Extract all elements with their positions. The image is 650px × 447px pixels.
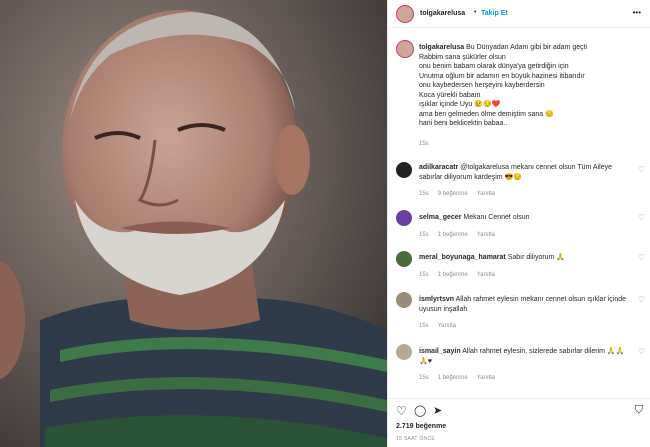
comment-likes[interactable]: 9 beğenme: [438, 191, 468, 197]
comment-meta: 15s 9 beğenme Yanıtla: [419, 191, 629, 197]
caption-line: Unutma oğlum bir adamın en büyük hazines…: [419, 72, 585, 80]
like-comment-icon[interactable]: ♡: [638, 253, 645, 262]
comment-text: Mekanı Cennet olsun: [463, 214, 530, 221]
comment-time: 15s: [419, 375, 429, 381]
comment-text-block: meral_boyunaga_hamarat Sabır diliyorum 🙏: [419, 253, 629, 263]
comment-icon[interactable]: ◯: [414, 404, 426, 417]
comment-username[interactable]: adilkaracatr: [419, 164, 458, 171]
comment-meta: 15s 1 beğenme Yanıtla: [419, 232, 629, 238]
reply-button[interactable]: Yanıtla: [438, 323, 456, 329]
comment-time: 15s: [419, 232, 429, 238]
reply-button[interactable]: Yanıtla: [477, 272, 495, 278]
comment-meta: 15s Yanıtla: [419, 323, 629, 329]
separator-dot: •: [474, 9, 477, 16]
caption-line: onu kaybedersen herşeyini kayberdersin: [419, 82, 545, 89]
commenter-avatar[interactable]: [396, 251, 412, 267]
like-heart-icon[interactable]: ♡: [396, 404, 407, 418]
comment-time: 15s: [419, 191, 429, 197]
reply-button[interactable]: Yanıtla: [477, 191, 495, 197]
commenter-avatar[interactable]: [396, 210, 412, 226]
post-header: tolgakarelusa • Takip Et •••: [388, 0, 650, 28]
post-time: 15 SAAT ÖNCE: [396, 436, 435, 442]
author-avatar[interactable]: [396, 5, 414, 23]
caption-username[interactable]: tolgakarelusa: [419, 44, 464, 51]
comment-likes[interactable]: 1 beğenme: [438, 232, 468, 238]
comment-username[interactable]: ismlyrtsvn: [419, 296, 454, 303]
comment-username[interactable]: meral_boyunaga_hamarat: [419, 254, 506, 261]
reply-button[interactable]: Yanıtla: [477, 232, 495, 238]
commenter-avatar[interactable]: [396, 292, 412, 308]
caption-line: Koca yürekli babam: [419, 91, 481, 99]
caption-line: hani beni beklicektin babaa..: [419, 120, 508, 127]
comment-username[interactable]: ismail_sayin: [419, 348, 461, 355]
caption-line: Bu Dünyadan Adam gibi bir adam geçti: [466, 44, 588, 51]
caption-avatar[interactable]: [396, 40, 414, 58]
caption-line: Rabbim sana şükürler olsun: [419, 53, 506, 61]
comment-text-block: ismlyrtsvn Allah rahmet eylesin mekanı c…: [419, 295, 629, 314]
caption-line: ama ben gelmeden ölme demiştim sana 😔: [419, 110, 554, 118]
caption-time: 15s: [419, 141, 429, 147]
comment-username[interactable]: selma_gecer: [419, 214, 461, 221]
comment-text: Sabır diliyorum 🙏: [507, 254, 566, 261]
comment-likes[interactable]: 1 beğenme: [438, 272, 468, 278]
bookmark-icon[interactable]: ⛉: [635, 404, 643, 417]
likes-count[interactable]: 2.719 beğenme: [396, 423, 446, 430]
post-photo[interactable]: [0, 0, 387, 447]
comment-text-block: adilkaracatr @tolgakarelusa mekanı cenne…: [419, 163, 629, 182]
author-username[interactable]: tolgakarelusa: [420, 10, 465, 17]
commenter-avatar[interactable]: [396, 344, 412, 360]
more-options-icon[interactable]: •••: [633, 8, 641, 17]
comment-text-block: selma_gecer Mekanı Cennet olsun: [419, 213, 629, 223]
caption-text-block: tolgakarelusa Bu Dünyadan Adam gibi bir …: [419, 43, 644, 129]
post-actions: ♡ ◯ ➤ ⛉ 2.719 beğenme 15 SAAT ÖNCE: [388, 398, 650, 447]
reply-button[interactable]: Yanıtla: [477, 375, 495, 381]
post-side-panel: tolgakarelusa • Takip Et ••• tolgakarelu…: [387, 0, 650, 447]
comment-time: 15s: [419, 272, 429, 278]
like-comment-icon[interactable]: ♡: [638, 165, 645, 174]
share-icon[interactable]: ➤: [433, 404, 442, 417]
caption-line: onu benim babam olarak dünya'ya getirdiğ…: [419, 63, 569, 70]
comment-meta: 15s 1 beğenme Yanıtla: [419, 272, 629, 278]
comment-meta: 15s 1 beğenme Yanıtla: [419, 375, 629, 381]
like-comment-icon[interactable]: ♡: [638, 347, 645, 356]
comment-likes[interactable]: 1 beğenme: [438, 375, 468, 381]
like-comment-icon[interactable]: ♡: [638, 213, 645, 222]
follow-button[interactable]: Takip Et: [481, 10, 508, 17]
caption-line: ışıklar içinde Uyu 😢😔❤️: [419, 101, 501, 108]
comment-text-block: ismail_sayin Allah rahmet eylesin, sizle…: [419, 347, 629, 366]
like-comment-icon[interactable]: ♡: [638, 295, 645, 304]
elderly-man-photo: [0, 0, 387, 447]
comment-time: 15s: [419, 323, 429, 329]
commenter-avatar[interactable]: [396, 162, 412, 178]
